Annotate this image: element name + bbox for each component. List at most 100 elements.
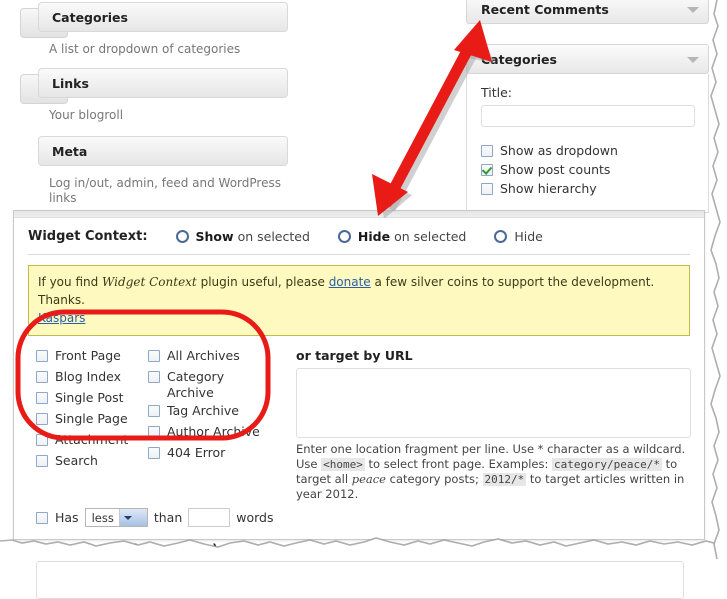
notice-text-2: plugin useful, please xyxy=(196,275,329,289)
widget-item-title: Categories xyxy=(38,2,288,32)
categories-options-list: Show as dropdown Show post counts Show h… xyxy=(481,141,696,198)
widget-item-description: Your blogroll xyxy=(49,108,124,122)
checkbox-icon[interactable] xyxy=(36,413,48,425)
condition-author-archive[interactable]: Author Archive xyxy=(148,424,278,443)
word-count-middle: than xyxy=(153,510,183,525)
option-show-hierarchy[interactable]: Show hierarchy xyxy=(481,179,696,198)
checkbox-icon[interactable] xyxy=(36,455,48,467)
donate-notice: If you find Widget Context plugin useful… xyxy=(28,265,690,336)
radio-icon[interactable] xyxy=(175,230,189,243)
option-label: Show as dropdown xyxy=(500,143,618,158)
help-text-2: to select front page. Examples: xyxy=(364,457,553,471)
condition-label: All Archives xyxy=(167,348,240,363)
condition-all-archives[interactable]: All Archives xyxy=(148,348,278,367)
option-show-post-counts[interactable]: Show post counts xyxy=(481,160,696,179)
checkbox-icon[interactable] xyxy=(148,350,160,362)
help-emphasis-peace: peace xyxy=(351,472,386,486)
chevron-down-icon[interactable] xyxy=(118,509,147,526)
url-help-text: Enter one location fragment per line. Us… xyxy=(296,442,691,502)
condition-search[interactable]: Search xyxy=(36,453,148,472)
widget-header-title: Recent Comments xyxy=(481,1,609,17)
word-count-suffix: words xyxy=(236,510,274,525)
radio-label-strong: Show xyxy=(195,229,234,244)
widget-recent-comments-header[interactable]: Recent Comments xyxy=(466,0,709,24)
widget-item-meta[interactable]: Meta Log in/out, admin, feed and WordPre… xyxy=(38,136,288,202)
conditions-column-left: Front Page Blog Index Single Post Single… xyxy=(36,348,148,474)
checkbox-icon[interactable] xyxy=(36,371,48,383)
condition-label: 404 Error xyxy=(167,445,226,460)
chevron-down-icon[interactable] xyxy=(687,57,699,63)
checkbox-icon[interactable] xyxy=(148,447,160,459)
condition-front-page[interactable]: Front Page xyxy=(36,348,148,367)
widget-item-title: Meta xyxy=(38,136,288,166)
widget-context-title: Widget Context: xyxy=(28,229,148,244)
checkbox-icon[interactable] xyxy=(148,371,160,383)
author-link[interactable]: Kaspars xyxy=(38,311,85,325)
condition-blog-index[interactable]: Blog Index xyxy=(36,369,148,388)
condition-label: Attachment xyxy=(55,432,129,447)
option-label: Show post counts xyxy=(500,162,611,177)
checkbox-icon[interactable] xyxy=(148,405,160,417)
url-targeting-textarea[interactable] xyxy=(296,368,691,438)
widget-item-description: Log in/out, admin, feed and WordPress li… xyxy=(49,176,281,202)
checkbox-checked-icon[interactable] xyxy=(481,163,493,176)
option-label: Show hierarchy xyxy=(500,181,597,196)
checkbox-icon[interactable] xyxy=(481,182,493,195)
widget-categories-body: Title: Show as dropdown Show post counts… xyxy=(466,74,709,213)
widget-item-categories[interactable]: Categories A list or dropdown of categor… xyxy=(38,2,288,57)
word-count-select[interactable]: less xyxy=(84,508,148,527)
widget-categories-header[interactable]: Categories xyxy=(466,44,709,74)
option-show-as-dropdown[interactable]: Show as dropdown xyxy=(481,141,696,160)
panel-top-strip xyxy=(14,211,704,218)
condition-category-archive[interactable]: Category Archive xyxy=(148,369,278,401)
radio-hide-on-selected[interactable]: Hide on selected xyxy=(337,229,467,244)
condition-label: Blog Index xyxy=(55,369,122,384)
radio-icon[interactable] xyxy=(337,230,351,243)
word-count-number-input[interactable] xyxy=(188,508,231,527)
radio-hide[interactable]: Hide xyxy=(494,229,543,244)
widget-item-title: Links xyxy=(38,68,288,98)
condition-single-page[interactable]: Single Page xyxy=(36,411,148,430)
widget-header-title: Categories xyxy=(481,51,557,67)
condition-single-post[interactable]: Single Post xyxy=(36,390,148,409)
checkbox-icon[interactable] xyxy=(36,350,48,362)
condition-tag-archive[interactable]: Tag Archive xyxy=(148,403,278,422)
radio-label-rest: on selected xyxy=(394,229,467,244)
notes-textarea[interactable] xyxy=(36,561,684,599)
widget-item-description: A list or dropdown of categories xyxy=(49,42,241,56)
sidebar-widgets-column: Recent Comments Categories Title: Show a… xyxy=(466,0,709,213)
condition-label: Author Archive xyxy=(167,424,260,439)
notice-emphasis: Widget Context xyxy=(102,275,197,289)
widget-item-links[interactable]: Links Your blogroll xyxy=(38,68,288,123)
conditions-checkbox-grid: Front Page Blog Index Single Post Single… xyxy=(36,348,286,474)
condition-404-error[interactable]: 404 Error xyxy=(148,445,278,464)
checkbox-icon[interactable] xyxy=(36,392,48,404)
screenshot-root: Categories A list or dropdown of categor… xyxy=(0,0,727,599)
conditions-column: Front Page Blog Index Single Post Single… xyxy=(28,348,286,502)
url-targeting-column: or target by URL Enter one location frag… xyxy=(286,348,691,502)
donate-link[interactable]: donate xyxy=(329,275,371,289)
radio-label-strong: Hide xyxy=(357,229,391,244)
categories-title-input[interactable] xyxy=(481,105,695,127)
word-count-condition-row: Has less than words xyxy=(36,508,704,527)
notice-text-1: If you find xyxy=(38,275,103,289)
help-code-category: category/peace/* xyxy=(552,458,662,471)
checkbox-icon[interactable] xyxy=(481,144,493,157)
checkbox-icon[interactable] xyxy=(36,511,48,524)
radio-show-on-selected[interactable]: Show on selected xyxy=(175,229,310,244)
chevron-down-icon[interactable] xyxy=(687,7,699,13)
condition-attachment[interactable]: Attachment xyxy=(36,432,148,451)
radio-icon[interactable] xyxy=(494,230,508,243)
condition-label: Category Archive xyxy=(167,369,225,400)
url-section-label: or target by URL xyxy=(296,348,413,363)
condition-label: Tag Archive xyxy=(167,403,239,418)
checkbox-icon[interactable] xyxy=(36,434,48,446)
checkbox-icon[interactable] xyxy=(148,426,160,438)
radio-label-strong: Hide xyxy=(514,229,543,244)
condition-label: Search xyxy=(55,453,98,468)
categories-title-label: Title: xyxy=(481,85,512,100)
condition-label: Front Page xyxy=(55,348,121,363)
notes-label: Notes (invisible to public) xyxy=(36,541,218,556)
radio-label-rest: on selected xyxy=(237,229,310,244)
widget-context-panel: Widget Context: Show on selected Hide on… xyxy=(13,210,705,599)
